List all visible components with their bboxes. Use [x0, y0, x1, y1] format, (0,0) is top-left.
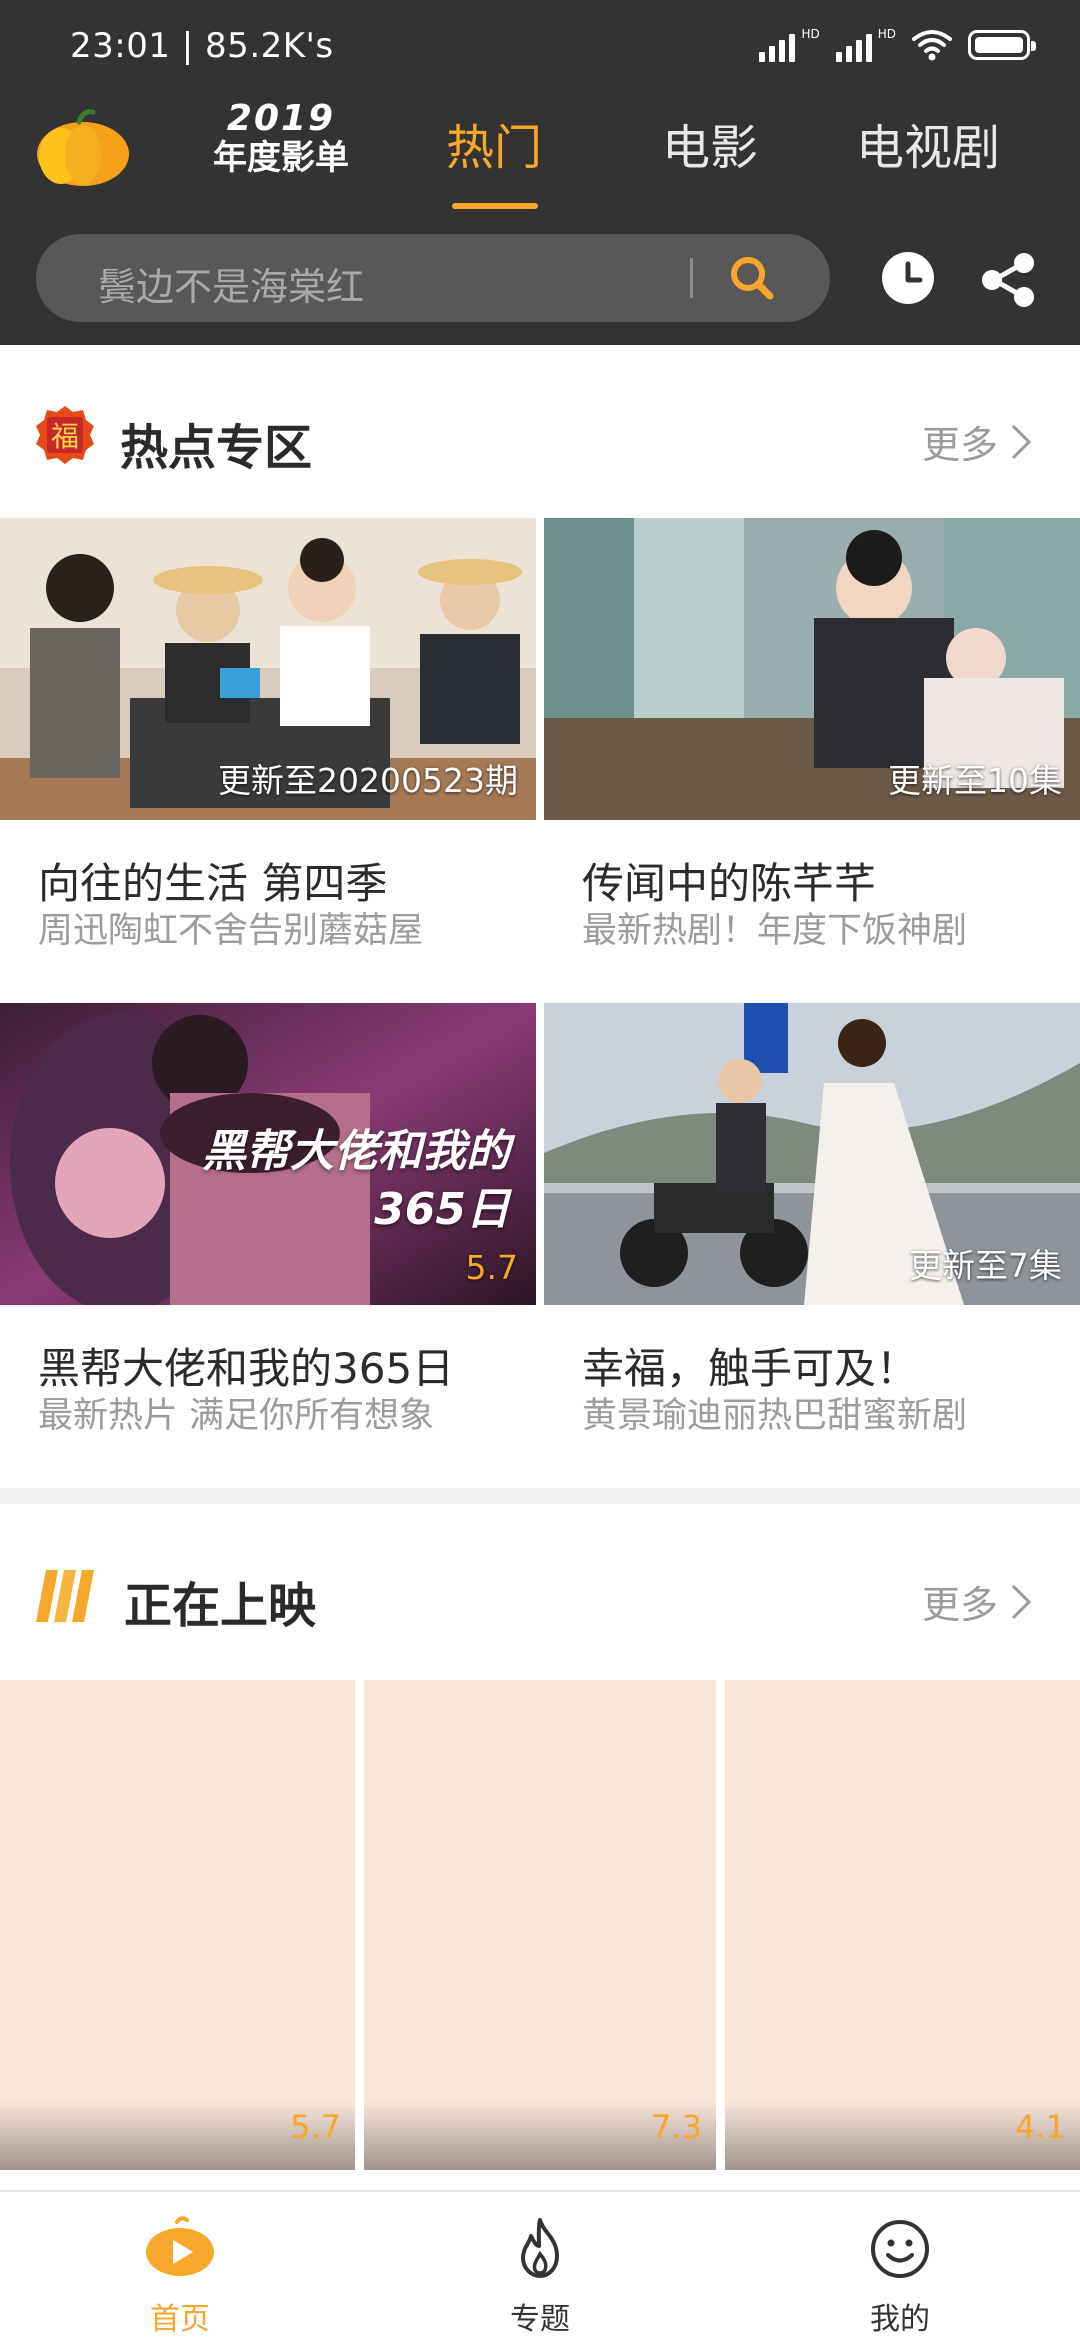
- hot-more-link[interactable]: 更多: [922, 414, 1032, 469]
- nav-home-label: 首页: [150, 2302, 210, 2337]
- hot-card[interactable]: 更新至10集 传闻中的陈芊芊 最新热剧！年度下饭神剧: [544, 518, 1080, 951]
- film-stripes-icon: [36, 1570, 94, 1622]
- svg-text:福: 福: [51, 420, 79, 453]
- update-badge: 更新至20200523期: [218, 761, 518, 800]
- chevron-right-icon: [1011, 1584, 1032, 1619]
- battery-icon: [968, 30, 1036, 60]
- nav-profile[interactable]: 我的: [810, 2214, 990, 2338]
- chevron-right-icon: [1011, 424, 1032, 459]
- tab-tv-series[interactable]: 电视剧: [856, 108, 1000, 178]
- search-bar[interactable]: 鬓边不是海棠红: [36, 234, 830, 322]
- rating-badge: 5.7: [465, 1248, 518, 1287]
- nav-profile-label: 我的: [870, 2302, 930, 2337]
- bottom-navigation: 首页 专题 我的: [0, 2190, 1080, 2342]
- poster-score: 4.1: [1015, 2108, 1066, 2146]
- status-icons: HD HD: [759, 28, 1036, 62]
- search-divider: [690, 258, 693, 298]
- update-badge: 更新至7集: [909, 1246, 1062, 1285]
- poster-overlay-title: 黑帮大佬和我的 365日: [202, 1126, 510, 1235]
- movie-poster[interactable]: 7.3: [364, 1680, 716, 2170]
- card-thumbnail: 更新至10集: [544, 518, 1080, 820]
- share-icon[interactable]: [978, 250, 1038, 310]
- status-time: 23:01 | 85.2K's: [70, 26, 334, 66]
- status-bar: 23:01 | 85.2K's HD HD: [0, 0, 1080, 90]
- card-thumbnail: 更新至20200523期: [0, 518, 536, 820]
- tab-movies[interactable]: 电影: [662, 108, 758, 178]
- section-divider: [0, 1488, 1080, 1504]
- search-placeholder: 鬓边不是海棠红: [98, 265, 365, 309]
- active-tab-indicator: [452, 203, 538, 209]
- smiley-icon: [871, 2220, 929, 2278]
- poster-score: 5.7: [290, 2108, 341, 2146]
- fu-badge-icon: 福: [36, 406, 94, 464]
- cell-signal-icon: HD: [759, 28, 820, 62]
- update-badge: 更新至10集: [888, 761, 1062, 800]
- movie-poster[interactable]: 5.7: [0, 1680, 355, 2170]
- card-subtitle: 周迅陶虹不舍告别蘑菇屋: [38, 911, 424, 951]
- history-clock-icon[interactable]: [880, 250, 936, 306]
- card-subtitle: 黄景瑜迪丽热巴甜蜜新剧: [582, 1396, 968, 1436]
- poster-score: 7.3: [651, 2108, 702, 2146]
- movie-poster[interactable]: 4.1: [725, 1680, 1080, 2170]
- more-label: 更多: [922, 1583, 999, 1627]
- flame-icon: [521, 2218, 559, 2278]
- more-label: 更多: [922, 423, 999, 467]
- top-header: 23:01 | 85.2K's HD HD 2019 年度影单 热门 电影 电视…: [0, 0, 1080, 345]
- hot-card[interactable]: 黑帮大佬和我的 365日 5.7 黑帮大佬和我的365日 最新热片 满足你所有想…: [0, 1003, 536, 1436]
- play-icon: [146, 2216, 214, 2276]
- hot-card[interactable]: 更新至7集 幸福，触手可及！ 黄景瑜迪丽热巴甜蜜新剧: [544, 1003, 1080, 1436]
- search-icon[interactable]: [726, 252, 778, 304]
- nav-topics-label: 专题: [510, 2302, 570, 2337]
- cell-signal-icon: HD: [835, 28, 896, 62]
- card-subtitle: 最新热剧！年度下饭神剧: [582, 911, 968, 951]
- hot-card[interactable]: 更新至20200523期 向往的生活 第四季 周迅陶虹不舍告别蘑菇屋: [0, 518, 536, 951]
- nav-home[interactable]: 首页: [90, 2214, 270, 2338]
- card-subtitle: 最新热片 满足你所有想象: [38, 1396, 435, 1436]
- now-showing-more-link[interactable]: 更多: [922, 1574, 1032, 1629]
- card-thumbnail: 黑帮大佬和我的 365日 5.7: [0, 1003, 536, 1305]
- section-title-hot: 热点专区: [120, 420, 313, 476]
- wifi-icon: [912, 30, 952, 61]
- tab-hot[interactable]: 热门: [446, 108, 542, 178]
- nav-topics[interactable]: 专题: [450, 2214, 630, 2338]
- card-thumbnail: 更新至7集: [544, 1003, 1080, 1305]
- section-title-now-showing: 正在上映: [124, 1578, 317, 1634]
- category-tabs: 热门 电影 电视剧: [0, 108, 1080, 218]
